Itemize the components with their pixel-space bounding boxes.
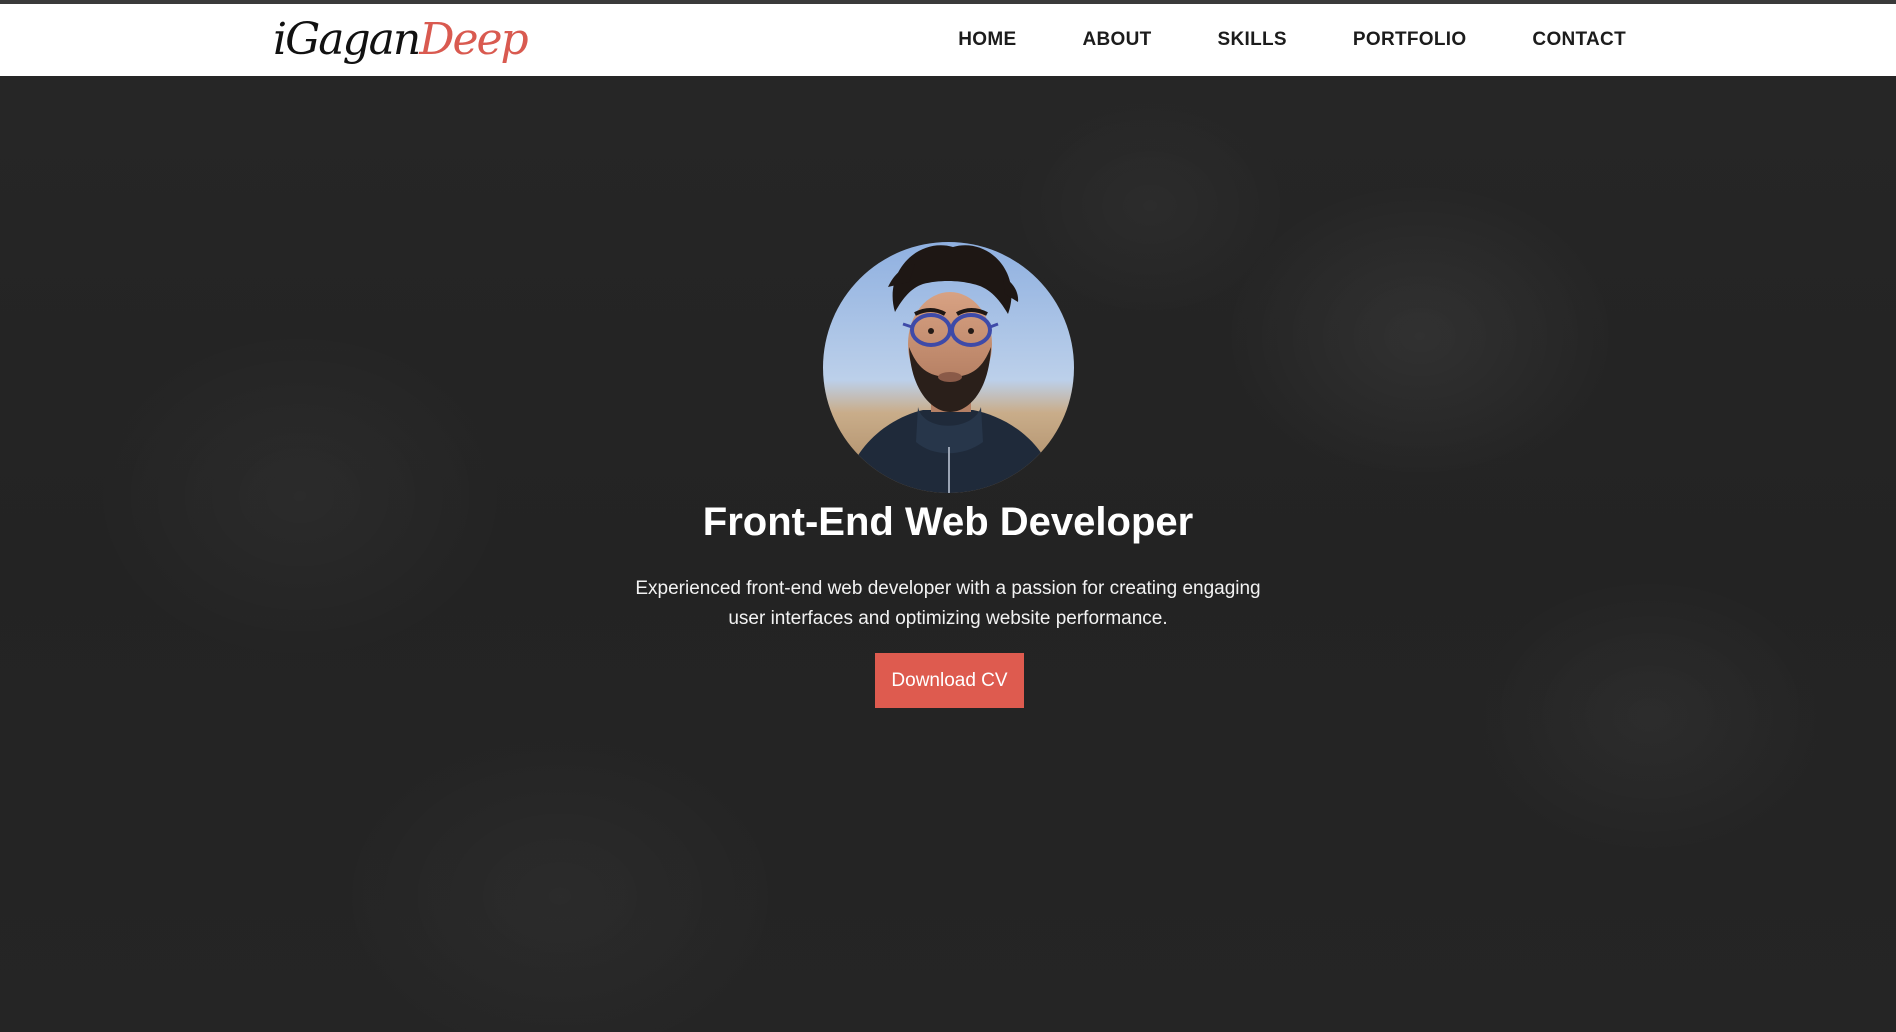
download-cv-button[interactable]: Download CV (875, 653, 1024, 708)
profile-avatar (823, 242, 1074, 493)
nav-link-skills[interactable]: SKILLS (1218, 29, 1287, 51)
navbar: iGagan Deep HOME ABOUT SKILLS PORTFOLIO C… (0, 4, 1896, 76)
hero-description: Experienced front-end web developer with… (635, 578, 1261, 629)
hero-section (0, 76, 1896, 1032)
nav-link-home[interactable]: HOME (958, 29, 1016, 51)
main-nav: HOME ABOUT SKILLS PORTFOLIO CONTACT (892, 4, 1626, 76)
nav-link-about[interactable]: ABOUT (1082, 29, 1151, 51)
logo-text-first: iGagan (273, 14, 421, 65)
nav-link-portfolio[interactable]: PORTFOLIO (1353, 29, 1467, 51)
site-logo[interactable]: iGagan Deep (273, 10, 529, 70)
logo-text-second: Deep (419, 14, 529, 65)
nav-link-contact[interactable]: CONTACT (1532, 29, 1626, 51)
profile-photo-illustration (823, 242, 1074, 493)
hero-title: Front-End Web Developer (702, 500, 1194, 544)
